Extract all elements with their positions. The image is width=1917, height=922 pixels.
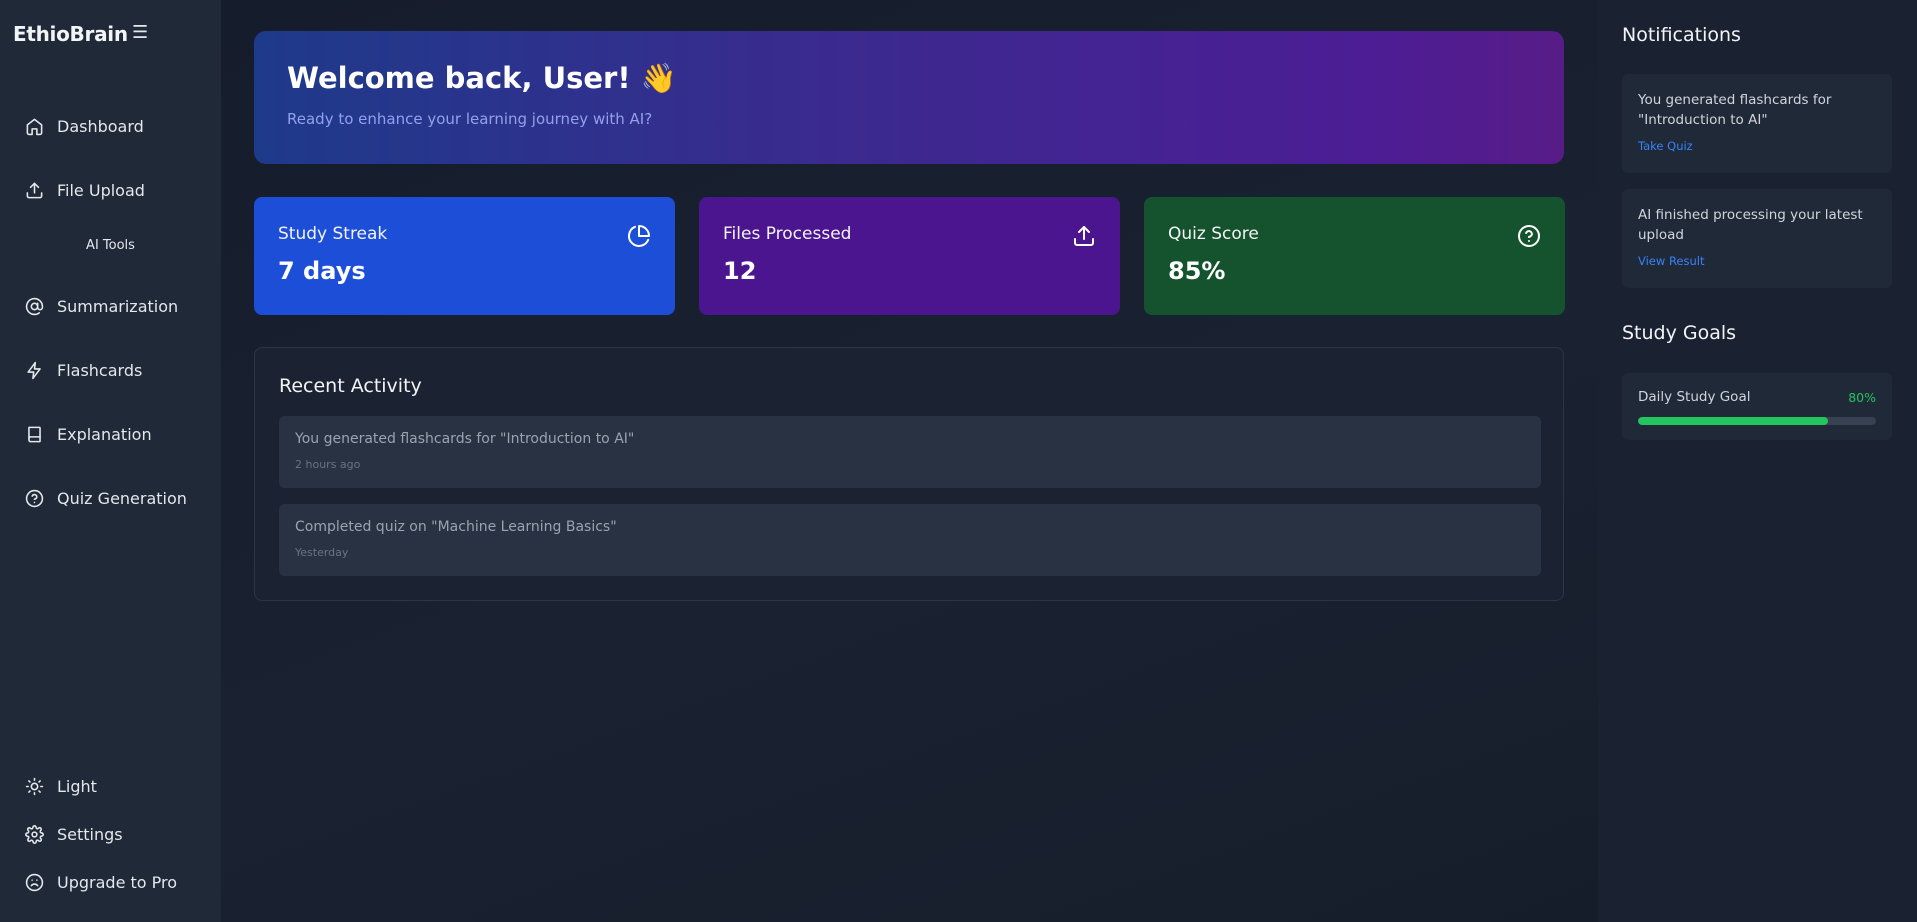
sidebar-item-label: Quiz Generation xyxy=(57,488,187,508)
sidebar-item-label: Settings xyxy=(57,824,123,844)
activity-text: Completed quiz on "Machine Learning Basi… xyxy=(295,519,617,535)
menu-toggle-icon[interactable]: ☰ xyxy=(132,22,148,43)
upload-icon xyxy=(1074,226,1094,246)
list-item[interactable]: Completed quiz on "Machine Learning Basi… xyxy=(279,504,1541,576)
sidebar-item-flashcards[interactable]: Flashcards xyxy=(0,350,221,390)
study-goals-title: Study Goals xyxy=(1622,322,1737,344)
upgrade-to-pro-button[interactable]: Upgrade to Pro xyxy=(0,862,221,902)
book-icon xyxy=(28,426,41,442)
sidebar-item-explanation[interactable]: Explanation xyxy=(0,414,221,454)
sidebar: EthioBrain ☰ Dashboard File Upload AI To… xyxy=(0,0,221,922)
goal-progress-fill xyxy=(1638,417,1829,425)
sidebar-item-settings[interactable]: Settings xyxy=(0,814,221,854)
sidebar-item-summarization[interactable]: Summarization xyxy=(0,286,221,326)
sidebar-item-dashboard[interactable]: Dashboard xyxy=(0,106,221,146)
help-circle-icon xyxy=(25,489,44,507)
sidebar-item-label: Flashcards xyxy=(57,360,143,380)
notification-text: You generated flashcards for "Introducti… xyxy=(1638,92,1832,128)
recent-activity-panel: Recent Activity You generated flashcards… xyxy=(254,347,1564,601)
sidebar-item-file-upload[interactable]: File Upload xyxy=(0,170,221,210)
upload-icon xyxy=(26,182,43,198)
study-goal-card: Daily Study Goal 80% xyxy=(1622,373,1892,440)
activity-time: Yesterday xyxy=(295,546,349,559)
take-quiz-link[interactable]: Take Quiz xyxy=(1638,139,1693,153)
list-item[interactable]: You generated flashcards for "Introducti… xyxy=(279,416,1541,488)
stat-value: 85% xyxy=(1168,257,1226,285)
activity-text: You generated flashcards for "Introducti… xyxy=(295,431,635,447)
at-icon xyxy=(25,297,44,315)
welcome-banner: Welcome back, User! 👋 Ready to enhance y… xyxy=(254,31,1564,164)
help-circle-icon xyxy=(1518,225,1540,247)
notification-text: AI finished processing your latest uploa… xyxy=(1638,207,1863,243)
ai-tools-section-label: AI Tools xyxy=(86,238,135,253)
stat-card-study-streak: Study Streak 7 days xyxy=(254,197,675,315)
sidebar-item-label: Summarization xyxy=(57,296,179,316)
stat-value: 12 xyxy=(723,257,757,285)
goal-label: Daily Study Goal xyxy=(1638,389,1751,405)
sidebar-item-label: Upgrade to Pro xyxy=(57,872,178,892)
theme-toggle-light[interactable]: Light xyxy=(0,766,221,806)
right-panel: Notifications You generated flashcards f… xyxy=(1598,0,1917,922)
stat-card-quiz-score: Quiz Score 85% xyxy=(1144,197,1565,315)
view-result-link[interactable]: View Result xyxy=(1638,254,1704,268)
gear-icon xyxy=(25,824,44,844)
main-content: Welcome back, User! 👋 Ready to enhance y… xyxy=(221,0,1598,922)
sidebar-item-label: Explanation xyxy=(57,424,152,444)
welcome-title: Welcome back, User! 👋 xyxy=(287,61,677,95)
sidebar-item-quiz-generation[interactable]: Quiz Generation xyxy=(0,478,221,518)
stat-value: 7 days xyxy=(278,257,366,285)
frown-icon xyxy=(25,873,44,891)
stat-card-files-processed: Files Processed 12 xyxy=(699,197,1120,315)
recent-activity-title: Recent Activity xyxy=(279,375,422,397)
brand-logo[interactable]: EthioBrain xyxy=(13,22,128,46)
home-icon xyxy=(26,118,43,135)
goal-progress-bar xyxy=(1638,417,1876,425)
pie-chart-icon xyxy=(628,225,650,247)
stat-label: Quiz Score xyxy=(1168,224,1259,244)
sun-icon xyxy=(25,777,44,795)
notification-card: You generated flashcards for "Introducti… xyxy=(1622,74,1892,173)
goal-percent: 80% xyxy=(1848,390,1876,405)
sidebar-item-label: File Upload xyxy=(57,180,145,200)
stat-label: Files Processed xyxy=(723,224,852,244)
notification-card: AI finished processing your latest uploa… xyxy=(1622,189,1892,288)
welcome-subtitle: Ready to enhance your learning journey w… xyxy=(287,110,653,128)
sidebar-item-label: Light xyxy=(57,776,97,796)
sidebar-item-label: Dashboard xyxy=(57,116,144,136)
lightning-icon xyxy=(27,361,41,379)
notifications-title: Notifications xyxy=(1622,24,1741,46)
stat-label: Study Streak xyxy=(278,224,388,244)
activity-time: 2 hours ago xyxy=(295,458,361,471)
